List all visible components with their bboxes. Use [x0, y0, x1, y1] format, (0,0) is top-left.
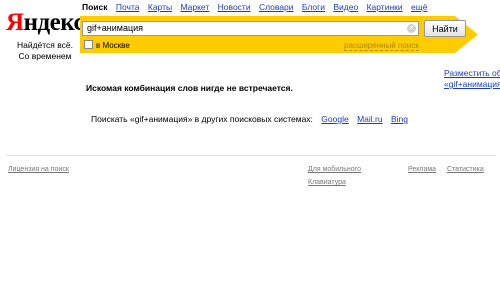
service-nav: Поиск Почта Карты Маркет Новости Словари…: [82, 2, 427, 12]
engine-link-bing[interactable]: Bing: [391, 114, 408, 124]
engine-link-google[interactable]: Google: [321, 114, 348, 124]
nav-item-more[interactable]: ещё: [411, 2, 427, 12]
footer-stats-link[interactable]: Статистика: [447, 166, 484, 173]
nav-item-market[interactable]: Маркет: [180, 2, 209, 12]
footer-keyboard-link[interactable]: Клавиатура: [308, 179, 346, 186]
nav-item-images[interactable]: Картинки: [367, 2, 403, 12]
other-engines: Поискать «gif+анимация» в других поисков…: [91, 114, 408, 124]
place-ad-line2: «gif+анимация: [444, 79, 500, 89]
no-results-message: Искомая комбинация слов нигде не встреча…: [86, 83, 293, 93]
nav-item-blogs[interactable]: Блоги: [302, 2, 325, 12]
nav-item-maps[interactable]: Карты: [148, 2, 172, 12]
slogan-line2: Со временем: [18, 51, 72, 61]
footer-license-link[interactable]: Лицензия на поиск: [8, 166, 69, 173]
slogan-line1: Найдётся всё.: [16, 40, 74, 50]
place-ad-line1: Разместить об: [444, 68, 500, 78]
region-checkbox[interactable]: [84, 40, 93, 49]
clear-icon[interactable]: ✕: [407, 24, 416, 33]
logo-rest: ндекс: [23, 9, 85, 36]
nav-item-search[interactable]: Поиск: [82, 2, 108, 12]
nav-item-mail[interactable]: Почта: [116, 2, 140, 12]
search-button[interactable]: Найти: [424, 20, 466, 37]
region-label: в Москве: [96, 41, 130, 50]
footer-ads-link[interactable]: Реклама: [408, 166, 436, 173]
place-ad-link[interactable]: Разместить об «gif+анимация: [444, 68, 500, 90]
search-input[interactable]: [82, 21, 419, 36]
nav-item-news[interactable]: Новости: [218, 2, 251, 12]
engine-link-mailru[interactable]: Mail.ru: [357, 114, 383, 124]
nav-item-video[interactable]: Видео: [333, 2, 358, 12]
yandex-logo[interactable]: Яндекс: [6, 9, 85, 37]
region-filter[interactable]: в Москве: [84, 40, 130, 51]
slogan: Найдётся всё. Со временем: [10, 40, 80, 62]
advanced-search-link[interactable]: расширенный поиск: [344, 41, 419, 51]
nav-item-dictionaries[interactable]: Словари: [259, 2, 294, 12]
other-engines-prefix: Поискать «gif+анимация» в других поисков…: [91, 114, 313, 124]
logo-first-letter: Я: [6, 9, 24, 36]
footer-mobile-link[interactable]: Для мобильного: [308, 166, 361, 173]
footer-divider: [6, 155, 496, 156]
